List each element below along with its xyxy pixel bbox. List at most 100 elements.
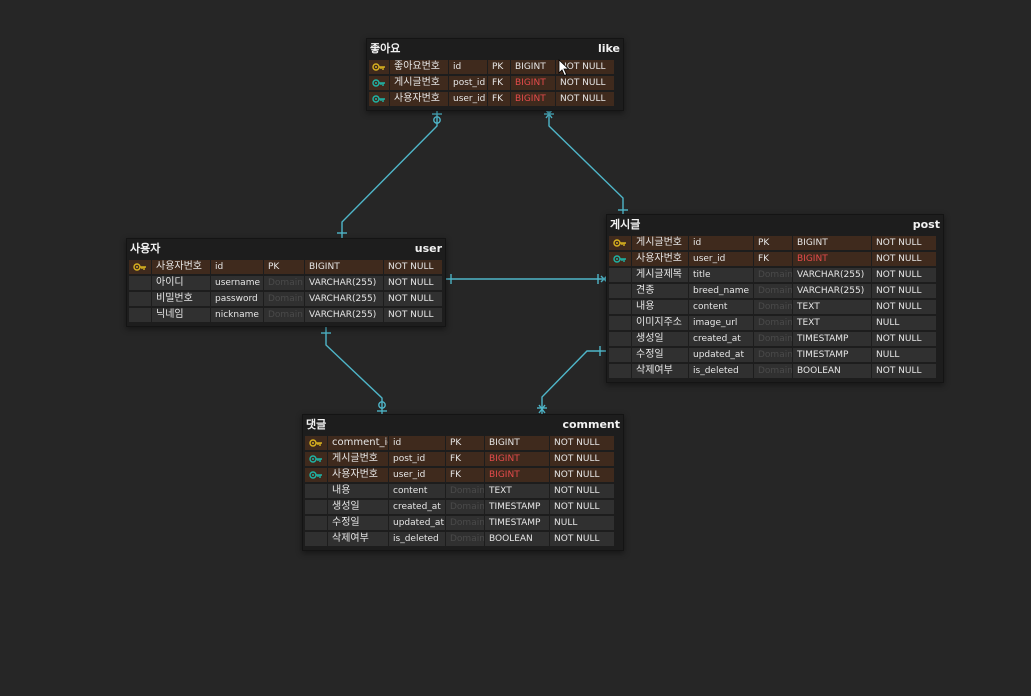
column-key-type: Domain bbox=[754, 300, 792, 314]
column-nullability: NULL bbox=[550, 516, 614, 530]
column-data-type: VARCHAR(255) bbox=[793, 268, 871, 282]
column-key-cell bbox=[129, 308, 151, 322]
relationship-post-like[interactable] bbox=[544, 109, 628, 215]
column-row[interactable]: 견종 breed_name Domain VARCHAR(255) NOT NULL bbox=[609, 283, 941, 299]
column-row[interactable]: 게시글번호 post_id FK BIGINT NOT NULL bbox=[305, 451, 621, 467]
fk-key-icon bbox=[372, 95, 385, 103]
column-data-type: TIMESTAMP bbox=[485, 516, 549, 530]
pk-key-icon bbox=[372, 63, 385, 71]
column-physical-name: username bbox=[211, 276, 263, 290]
relationship-user-like[interactable] bbox=[337, 111, 442, 238]
column-row[interactable]: 게시글제목 title Domain VARCHAR(255) NOT NULL bbox=[609, 267, 941, 283]
column-nullability: NOT NULL bbox=[550, 468, 614, 482]
column-key-type: FK bbox=[446, 468, 484, 482]
entity-header[interactable]: 좋아요 like bbox=[367, 39, 623, 57]
column-key-cell bbox=[609, 268, 631, 282]
column-logical-name: 수정일 bbox=[632, 348, 688, 362]
column-nullability: NOT NULL bbox=[556, 92, 614, 106]
pk-key-icon bbox=[133, 263, 146, 271]
entity-user[interactable]: 사용자 user 사용자번호 id PK BIGINT NOT NULL 아이디 usernam… bbox=[126, 238, 446, 327]
column-data-type: TEXT bbox=[793, 300, 871, 314]
column-data-type: VARCHAR(255) bbox=[305, 308, 383, 322]
fk-key-icon bbox=[309, 471, 322, 479]
column-row[interactable]: comment_id id PK BIGINT NOT NULL bbox=[305, 435, 621, 451]
column-physical-name: id bbox=[211, 260, 263, 274]
column-key-type: Domain bbox=[754, 348, 792, 362]
column-row[interactable]: 사용자번호 id PK BIGINT NOT NULL bbox=[129, 259, 443, 275]
column-physical-name: nickname bbox=[211, 308, 263, 322]
column-key-type: Domain bbox=[446, 516, 484, 530]
entity-physical-name: post bbox=[912, 217, 940, 231]
column-row[interactable]: 생성일 created_at Domain TIMESTAMP NOT NULL bbox=[305, 499, 621, 515]
column-row[interactable]: 게시글번호 post_id FK BIGINT NOT NULL bbox=[369, 75, 621, 91]
column-row[interactable]: 내용 content Domain TEXT NOT NULL bbox=[305, 483, 621, 499]
column-physical-name: user_id bbox=[689, 252, 753, 266]
column-row[interactable]: 좋아요번호 id PK BIGINT NOT NULL bbox=[369, 59, 621, 75]
column-data-type: BIGINT bbox=[511, 92, 555, 106]
column-row[interactable]: 수정일 updated_at Domain TIMESTAMP NULL bbox=[305, 515, 621, 531]
column-row[interactable]: 아이디 username Domain VARCHAR(255) NOT NULL bbox=[129, 275, 443, 291]
column-key-cell bbox=[129, 292, 151, 306]
column-nullability: NOT NULL bbox=[384, 308, 442, 322]
column-data-type: BIGINT bbox=[793, 236, 871, 250]
column-logical-name: 사용자번호 bbox=[328, 468, 388, 482]
column-physical-name: breed_name bbox=[689, 284, 753, 298]
column-physical-name: user_id bbox=[389, 468, 445, 482]
entity-header[interactable]: 댓글 comment bbox=[303, 415, 623, 433]
column-key-type: PK bbox=[264, 260, 304, 274]
column-physical-name: content bbox=[389, 484, 445, 498]
column-physical-name: id bbox=[389, 436, 445, 450]
column-data-type: BIGINT bbox=[305, 260, 383, 274]
column-logical-name: 사용자번호 bbox=[152, 260, 210, 274]
column-key-cell bbox=[305, 516, 327, 530]
entity-physical-name: like bbox=[597, 41, 620, 55]
column-nullability: NULL bbox=[872, 316, 936, 330]
column-logical-name: 이미지주소 bbox=[632, 316, 688, 330]
column-data-type: BIGINT bbox=[485, 436, 549, 450]
relationship-user-comment[interactable] bbox=[321, 327, 387, 415]
column-nullability: NOT NULL bbox=[556, 76, 614, 90]
entity-header[interactable]: 게시글 post bbox=[607, 215, 943, 233]
entity-comment[interactable]: 댓글 comment comment_id id PK BIGINT NOT NULL 게시글… bbox=[302, 414, 624, 551]
column-logical-name: 생성일 bbox=[328, 500, 388, 514]
column-key-cell bbox=[129, 276, 151, 290]
column-physical-name: user_id bbox=[449, 92, 487, 106]
column-row[interactable]: 내용 content Domain TEXT NOT NULL bbox=[609, 299, 941, 315]
column-row[interactable]: 삭제여부 is_deleted Domain BOOLEAN NOT NULL bbox=[609, 363, 941, 379]
column-logical-name: 아이디 bbox=[152, 276, 210, 290]
column-key-type: FK bbox=[446, 452, 484, 466]
column-key-type: Domain bbox=[754, 332, 792, 346]
entity-logical-name: 좋아요 bbox=[370, 42, 401, 55]
entity-like[interactable]: 좋아요 like 좋아요번호 id PK BIGINT NOT NULL 게시글번호 post_… bbox=[366, 38, 624, 111]
relationship-user-post[interactable] bbox=[444, 274, 608, 284]
column-row[interactable]: 사용자번호 user_id FK BIGINT NOT NULL bbox=[609, 251, 941, 267]
column-data-type: VARCHAR(255) bbox=[305, 276, 383, 290]
column-row[interactable]: 사용자번호 user_id FK BIGINT NOT NULL bbox=[305, 467, 621, 483]
column-nullability: NOT NULL bbox=[872, 284, 936, 298]
column-key-type: Domain bbox=[754, 316, 792, 330]
erd-canvas[interactable]: 좋아요 like 좋아요번호 id PK BIGINT NOT NULL 게시글번호 post_… bbox=[0, 0, 1031, 696]
column-data-type: BOOLEAN bbox=[793, 364, 871, 378]
column-row[interactable]: 게시글번호 id PK BIGINT NOT NULL bbox=[609, 235, 941, 251]
column-physical-name: post_id bbox=[449, 76, 487, 90]
column-row[interactable]: 이미지주소 image_url Domain TEXT NULL bbox=[609, 315, 941, 331]
column-key-type: Domain bbox=[754, 364, 792, 378]
column-row[interactable]: 삭제여부 is_deleted Domain BOOLEAN NOT NULL bbox=[305, 531, 621, 547]
column-physical-name: title bbox=[689, 268, 753, 282]
column-logical-name: 게시글번호 bbox=[632, 236, 688, 250]
column-nullability: NULL bbox=[872, 348, 936, 362]
mouse-pointer-icon bbox=[558, 59, 570, 77]
column-row[interactable]: 수정일 updated_at Domain TIMESTAMP NULL bbox=[609, 347, 941, 363]
column-data-type: BIGINT bbox=[793, 252, 871, 266]
column-row[interactable]: 생성일 created_at Domain TIMESTAMP NOT NULL bbox=[609, 331, 941, 347]
entity-post[interactable]: 게시글 post 게시글번호 id PK BIGINT NOT NULL 사용자번호 user_… bbox=[606, 214, 944, 383]
column-physical-name: post_id bbox=[389, 452, 445, 466]
column-key-cell bbox=[609, 284, 631, 298]
entity-header[interactable]: 사용자 user bbox=[127, 239, 445, 257]
relationship-post-comment[interactable] bbox=[537, 346, 607, 415]
column-row[interactable]: 사용자번호 user_id FK BIGINT NOT NULL bbox=[369, 91, 621, 107]
column-logical-name: 비밀번호 bbox=[152, 292, 210, 306]
column-nullability: NOT NULL bbox=[872, 300, 936, 314]
column-row[interactable]: 닉네임 nickname Domain VARCHAR(255) NOT NULL bbox=[129, 307, 443, 323]
column-row[interactable]: 비밀번호 password Domain VARCHAR(255) NOT NULL bbox=[129, 291, 443, 307]
